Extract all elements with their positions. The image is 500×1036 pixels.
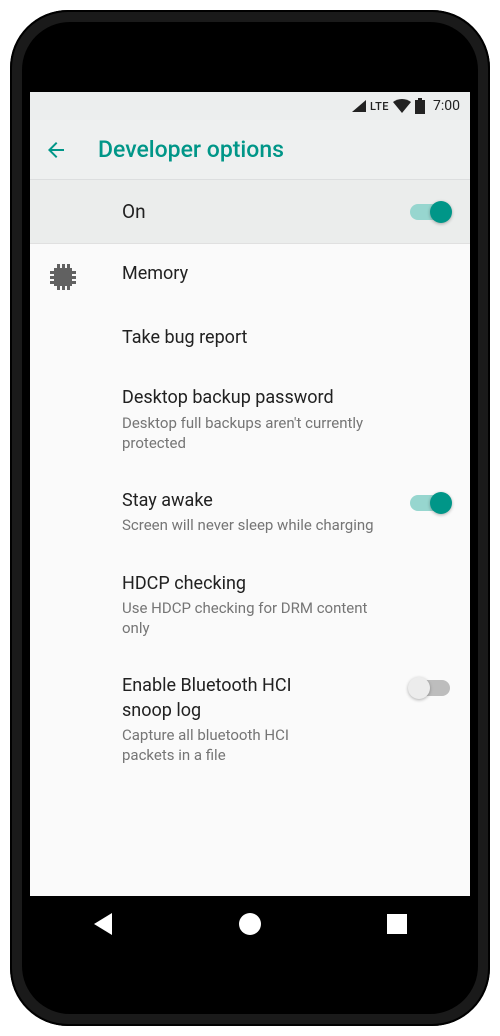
master-toggle-label: On [122, 200, 410, 223]
setting-subtitle: Capture all bluetooth HCI packets in a f… [122, 725, 342, 766]
setting-row-bt-hci[interactable]: Enable Bluetooth HCI snoop log Capture a… [30, 656, 470, 783]
arrow-back-icon [44, 138, 68, 162]
bt-hci-switch[interactable] [410, 680, 450, 696]
navigation-bar [30, 896, 470, 952]
setting-row-bug-report[interactable]: Take bug report [30, 308, 470, 368]
setting-row-stay-awake[interactable]: Stay awake Screen will never sleep while… [30, 471, 470, 554]
phone-bezel: LTE 7:00 Developer options [22, 22, 478, 1014]
setting-row-backup-password[interactable]: Desktop backup password Desktop full bac… [30, 368, 470, 471]
master-toggle-switch[interactable] [410, 204, 450, 220]
setting-subtitle: Screen will never sleep while charging [122, 515, 376, 535]
setting-title: Desktop backup password [122, 386, 376, 410]
triangle-back-icon [94, 913, 112, 935]
status-bar: LTE 7:00 [30, 92, 470, 120]
screen: LTE 7:00 Developer options [30, 92, 470, 952]
setting-title: Memory [122, 262, 376, 286]
master-toggle-row[interactable]: On [30, 180, 470, 244]
setting-title: Take bug report [122, 326, 376, 350]
memory-chip-icon [50, 264, 76, 290]
phone-frame: LTE 7:00 Developer options [10, 10, 490, 1026]
nav-home-button[interactable] [220, 904, 280, 944]
page-title: Developer options [98, 136, 284, 163]
nav-recents-button[interactable] [367, 904, 427, 944]
nav-back-button[interactable] [73, 904, 133, 944]
wifi-icon [393, 99, 411, 113]
battery-icon [415, 98, 425, 114]
setting-row-memory[interactable]: Memory [30, 244, 470, 308]
switch-thumb [408, 677, 430, 699]
setting-subtitle: Desktop full backups aren't currently pr… [122, 413, 376, 454]
setting-title: HDCP checking [122, 572, 376, 596]
back-button[interactable] [42, 136, 70, 164]
network-type-label: LTE [370, 100, 389, 113]
setting-title: Enable Bluetooth HCI snoop log [122, 674, 342, 723]
setting-title: Stay awake [122, 489, 376, 513]
circle-home-icon [239, 913, 261, 935]
switch-thumb [430, 201, 452, 223]
settings-list: Memory Take bug report Desktop b [30, 244, 470, 896]
app-bar: Developer options [30, 120, 470, 180]
setting-row-hdcp[interactable]: HDCP checking Use HDCP checking for DRM … [30, 554, 470, 657]
signal-icon [352, 100, 366, 112]
square-recents-icon [387, 914, 407, 934]
clock-label: 7:00 [433, 98, 460, 114]
stay-awake-switch[interactable] [410, 495, 450, 511]
switch-thumb [430, 492, 452, 514]
setting-subtitle: Use HDCP checking for DRM content only [122, 598, 376, 639]
